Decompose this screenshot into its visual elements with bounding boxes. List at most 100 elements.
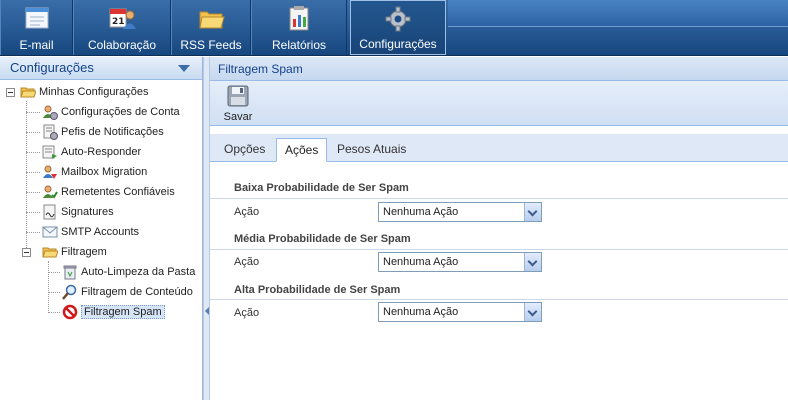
action-label-low: Ação <box>234 206 260 218</box>
section-title-low: Baixa Probabilidade de Ser Spam <box>234 182 409 194</box>
sidebar-item-label: Filtragem Spam <box>81 305 165 320</box>
nav-rss-label: RSS Feeds <box>180 38 242 52</box>
sidebar-item-label: Filtragem de Conteúdo <box>81 286 193 299</box>
tree-connector <box>26 212 40 213</box>
action-select-low[interactable]: Nenhuma Ação <box>378 202 542 222</box>
action-select-low-value: Nenhuma Ação <box>383 206 459 218</box>
section-divider <box>210 249 788 250</box>
tree-connector <box>48 272 60 273</box>
tree-connector <box>26 232 40 233</box>
save-button[interactable]: Savar <box>218 84 258 124</box>
toolbar: Savar <box>210 81 788 126</box>
action-label-medium: Ação <box>234 256 260 268</box>
calendar-day-text: 21 <box>112 17 125 27</box>
tree-connector <box>26 132 40 133</box>
chevron-down-icon[interactable] <box>524 253 541 271</box>
sidebar-item-content-filtering[interactable]: Filtragem de Conteúdo <box>62 282 193 302</box>
sidebar-item-auto-responder[interactable]: Auto-Responder <box>42 142 141 162</box>
account-settings-icon <box>43 105 58 121</box>
tab-label: Ações <box>285 143 319 157</box>
top-navigation-bar: E-mail 21 Colaboração RSS Feeds Relatóri… <box>0 0 788 56</box>
sidebar-item-label: Auto-Responder <box>61 146 142 159</box>
sidebar-item-filtragem[interactable]: Filtragem <box>42 242 107 262</box>
tab-options[interactable]: Opções <box>216 138 273 162</box>
nav-email[interactable]: E-mail <box>0 0 73 55</box>
nav-reports-label: Relatórios <box>271 38 327 52</box>
tree-connector <box>48 312 60 313</box>
sidebar-item-label: Mailbox Migration <box>61 166 148 179</box>
section-divider <box>210 299 788 300</box>
nav-email-label: E-mail <box>19 38 54 52</box>
nav-rss-feeds[interactable]: RSS Feeds <box>171 0 251 55</box>
action-select-high[interactable]: Nenhuma Ação <box>378 302 542 322</box>
calendar-contacts-icon: 21 <box>109 8 136 29</box>
nav-settings-label: Configurações <box>359 37 437 51</box>
trusted-senders-icon <box>43 185 58 199</box>
sidebar-item-label: SMTP Accounts <box>61 226 140 239</box>
gear-icon <box>385 6 411 32</box>
section-title-high: Alta Probabilidade de Ser Spam <box>234 284 401 296</box>
tree-connector <box>26 172 40 173</box>
sidebar-item-account-settings[interactable]: Configurações de Conta <box>42 102 180 122</box>
smtp-icon <box>42 226 58 238</box>
nav-reports[interactable]: Relatórios <box>251 0 347 55</box>
folder-icon <box>199 11 225 29</box>
tree-root-label: Minhas Configurações <box>39 86 149 99</box>
tree-connector <box>48 292 60 293</box>
sidebar-item-label: Configurações de Conta <box>61 106 180 119</box>
report-icon <box>289 6 309 31</box>
sidebar-header[interactable]: Configurações <box>0 57 202 80</box>
sidebar-item-smtp-accounts[interactable]: SMTP Accounts <box>42 222 139 242</box>
tree-connector <box>26 112 40 113</box>
sidebar-item-label: Signatures <box>61 206 114 219</box>
tree-expander-root[interactable] <box>6 88 15 97</box>
sidebar-item-signatures[interactable]: Signatures <box>42 202 114 222</box>
sidebar-item-label: Auto-Limpeza da Pasta <box>81 266 196 279</box>
tab-strip: Opções Ações Pesos Atuais <box>210 134 788 162</box>
tree-connector <box>48 261 49 313</box>
sidebar-item-spam-filtering[interactable]: Filtragem Spam <box>62 302 165 322</box>
chevron-down-icon[interactable] <box>524 203 541 221</box>
page-title: Filtragem Spam <box>218 62 303 76</box>
nav-settings[interactable]: Configurações <box>350 0 446 55</box>
no-entry-icon <box>62 304 78 320</box>
section-title-medium: Média Probabilidade de Ser Spam <box>234 233 411 245</box>
tab-current-weights[interactable]: Pesos Atuais <box>329 138 414 162</box>
action-label-high: Ação <box>234 307 260 319</box>
sidebar-item-trusted-senders[interactable]: Remetentes Confiáveis <box>42 182 175 202</box>
action-select-medium[interactable]: Nenhuma Ação <box>378 252 542 272</box>
collapse-caret-icon[interactable] <box>178 65 190 72</box>
tab-label: Opções <box>224 142 266 156</box>
main-panel: Filtragem Spam Savar Opções Ações Pesos … <box>210 57 788 400</box>
tree-expander-filtragem[interactable] <box>22 248 31 257</box>
sidebar-item-mailbox-migration[interactable]: Mailbox Migration <box>42 162 147 182</box>
signature-icon <box>43 204 56 220</box>
open-folder-icon <box>20 87 36 98</box>
tab-actions[interactable]: Ações <box>276 138 328 162</box>
sidebar-item-auto-cleanup[interactable]: Auto-Limpeza da Pasta <box>62 262 195 282</box>
sidebar-item-label: Pefis de Notificações <box>61 126 164 139</box>
tree-root-minhas-configuracoes[interactable]: Minhas Configurações <box>20 82 148 102</box>
collapse-left-icon[interactable] <box>205 307 209 315</box>
magnifier-icon <box>62 284 77 300</box>
chevron-down-icon[interactable] <box>524 303 541 321</box>
tab-label: Pesos Atuais <box>337 142 407 156</box>
notification-profile-icon <box>43 124 58 141</box>
save-button-label: Savar <box>223 111 253 123</box>
top-bar-fill <box>448 0 788 27</box>
tree-connector <box>26 152 40 153</box>
nav-collaboration-label: Colaboração <box>87 38 157 52</box>
action-select-high-value: Nenhuma Ação <box>383 306 459 318</box>
floppy-disk-icon <box>227 85 249 107</box>
sidebar-item-label: Remetentes Confiáveis <box>61 186 175 199</box>
sidebar-item-label: Filtragem <box>61 246 107 259</box>
mail-icon <box>25 7 48 29</box>
nav-collaboration[interactable]: 21 Colaboração <box>73 0 171 55</box>
trash-icon <box>63 265 77 280</box>
settings-sidebar: Configurações Minhas Configurações Confi… <box>0 57 203 400</box>
action-select-medium-value: Nenhuma Ação <box>383 256 459 268</box>
section-divider <box>210 198 788 199</box>
tree-connector <box>26 192 40 193</box>
panel-splitter[interactable] <box>203 57 210 400</box>
sidebar-item-notification-profiles[interactable]: Pefis de Notificações <box>42 122 164 142</box>
